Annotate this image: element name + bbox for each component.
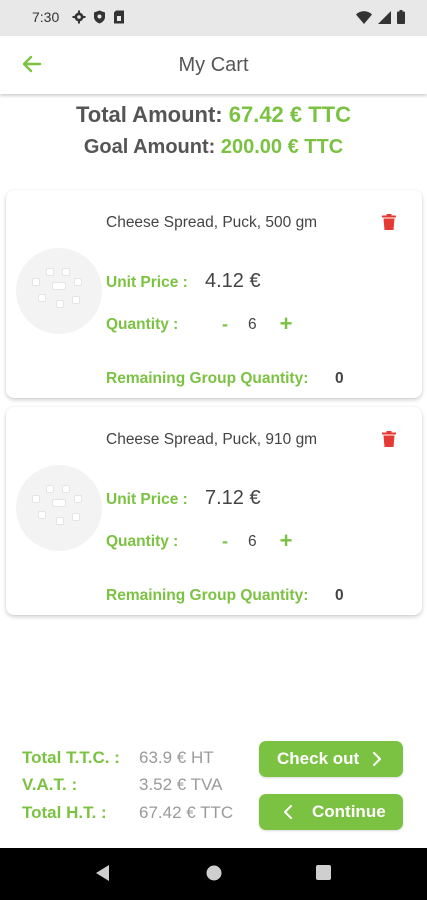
goal-amount-value: 200.00 € TTC <box>220 136 344 158</box>
continue-button-label: Continue <box>312 802 386 821</box>
continue-button[interactable]: Continue <box>259 794 403 830</box>
system-nav-bar <box>0 848 427 900</box>
product-name: Cheese Spread, Puck, 910 gm <box>106 431 318 448</box>
signal-icon <box>378 10 391 29</box>
app-bar: My Cart <box>0 36 427 94</box>
checkout-button-label: Check out <box>277 749 360 768</box>
chevron-left-icon <box>284 805 292 819</box>
product-image <box>16 248 102 334</box>
trash-icon[interactable] <box>382 431 396 447</box>
battery-icon <box>397 10 405 29</box>
total-amount-label: Total Amount: <box>75 102 223 127</box>
quantity-label: Quantity : <box>106 316 179 333</box>
trash-icon[interactable] <box>382 214 396 230</box>
remaining-group-quantity-value: 0 <box>335 370 344 387</box>
total-amount-value: 67.42 € TTC <box>228 102 352 127</box>
status-time: 7:30 <box>32 9 60 25</box>
decrease-quantity-button[interactable]: - <box>216 314 234 335</box>
checkout-button[interactable]: Check out <box>259 741 403 777</box>
remaining-group-quantity-label: Remaining Group Quantity: <box>106 587 309 604</box>
decrease-quantity-button[interactable]: - <box>216 531 234 552</box>
product-name: Cheese Spread, Puck, 500 gm <box>106 214 318 231</box>
unit-price-label: Unit Price : <box>106 274 188 291</box>
page-title: My Cart <box>178 54 249 76</box>
chevron-right-icon <box>373 752 381 766</box>
nav-back-icon[interactable] <box>96 865 110 886</box>
summary-ttc-value: 63.9 € HT <box>139 748 214 767</box>
status-left-icons <box>72 10 125 29</box>
increase-quantity-button[interactable]: + <box>276 311 296 337</box>
summary-vat-label: V.A.T. : <box>22 775 78 794</box>
sim-card-icon <box>113 10 125 29</box>
cart-item-card: Cheese Spread, Puck, 500 gm Unit Price :… <box>6 190 422 398</box>
summary-ttc-label: Total T.T.C. : <box>22 748 120 767</box>
increase-quantity-button[interactable]: + <box>276 528 296 554</box>
nav-recents-icon[interactable] <box>316 865 331 885</box>
quantity-value: 6 <box>248 533 257 550</box>
goal-amount-row: Goal Amount: 200.00 € TTC <box>0 132 427 162</box>
unit-price-value: 7.12 € <box>205 487 261 509</box>
summary-ht-label: Total H.T. : <box>22 803 107 822</box>
shield-icon <box>93 10 106 29</box>
quantity-label: Quantity : <box>106 533 179 550</box>
summary-vat-row: V.A.T. : 3.52 € TVA <box>22 775 262 801</box>
summary-ttc-row: Total T.T.C. : 63.9 € HT <box>22 748 262 774</box>
summary-ht-value: 67.42 € TTC <box>139 803 234 822</box>
remaining-group-quantity-label: Remaining Group Quantity: <box>106 370 309 387</box>
total-amount-row: Total Amount: 67.42 € TTC <box>0 100 427 130</box>
remaining-group-quantity-value: 0 <box>335 587 344 604</box>
status-right-icons <box>356 10 405 29</box>
goal-amount-label: Goal Amount: <box>83 136 216 158</box>
product-image <box>16 465 102 551</box>
summary-ht-row: Total H.T. : 67.42 € TTC <box>22 803 262 829</box>
nav-home-icon[interactable] <box>206 865 222 886</box>
status-bar: 7:30 <box>0 0 427 36</box>
unit-price-label: Unit Price : <box>106 491 188 508</box>
summary-vat-value: 3.52 € TVA <box>139 775 223 794</box>
gear-icon <box>72 10 86 29</box>
quantity-value: 6 <box>248 316 257 333</box>
totals-header: Total Amount: 67.42 € TTC Goal Amount: 2… <box>0 100 427 162</box>
wifi-icon <box>356 10 372 29</box>
unit-price-value: 4.12 € <box>205 270 261 292</box>
cart-item-card: Cheese Spread, Puck, 910 gm Unit Price :… <box>6 407 422 615</box>
